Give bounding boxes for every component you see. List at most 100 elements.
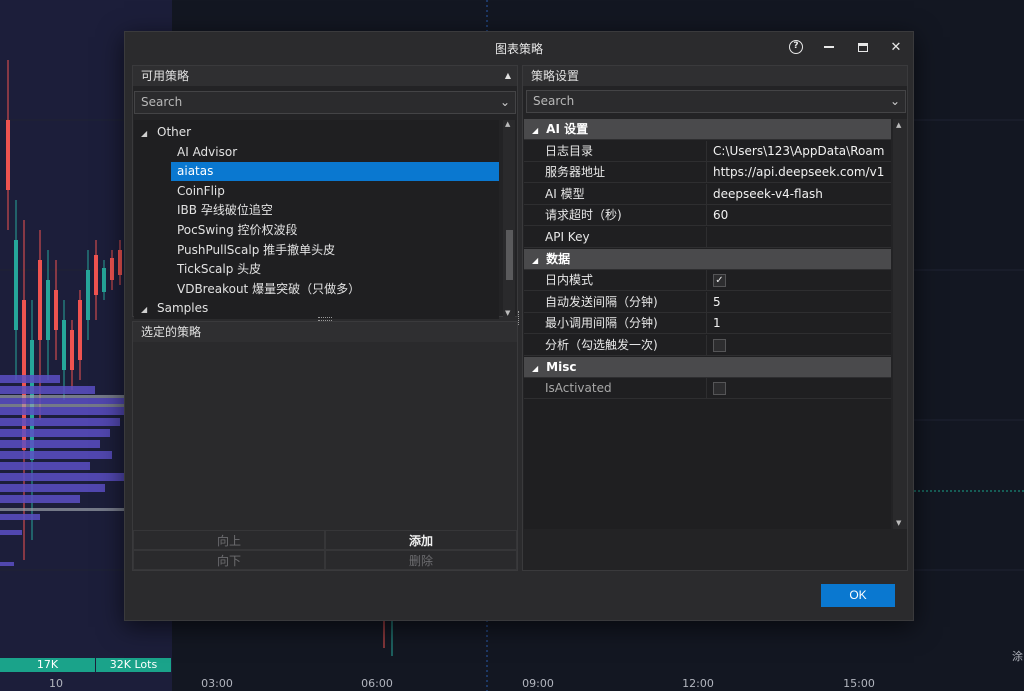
vertical-splitter[interactable] [518, 311, 521, 325]
property-grid: ◢ AI 设置日志目录 C:\Users\123\AppData\Roam 服务器地址… [524, 119, 891, 529]
time-axis: 10 03:00 06:00 09:00 12:00 15:00 [0, 675, 1024, 691]
tree-item[interactable]: AI Advisor [171, 143, 499, 162]
time-label: 12:00 [682, 677, 714, 690]
tree-item[interactable]: aiatas [171, 162, 499, 182]
tree-item-label: AI Advisor [177, 144, 238, 159]
strategy-settings-panel: 策略设置 Search ⌄ ◢ AI 设置日志目录 C:\Users\123\App… [522, 65, 908, 571]
tree-item[interactable]: VDBreakout 爆量突破（只做多） [171, 280, 499, 299]
settings-search-input[interactable]: Search ⌄ [526, 90, 906, 113]
category-label: ◢ AI 设置 [524, 119, 891, 140]
chevron-down-icon[interactable]: ⌄ [500, 92, 510, 113]
property-row[interactable]: IsActivated [524, 378, 891, 400]
search-placeholder: Search [141, 95, 183, 109]
property-row[interactable]: API Key [524, 227, 891, 248]
minimize-button[interactable] [818, 37, 840, 57]
tree-item-label: VDBreakout 爆量突破（只做多） [177, 281, 361, 296]
tree-item-label: PushPullScalp 推手撤单头皮 [177, 242, 336, 257]
available-strategies-title: 可用策略 [141, 69, 190, 83]
property-category[interactable]: ◢ Misc [524, 356, 891, 378]
maximize-button[interactable] [852, 37, 874, 57]
scroll-up-icon[interactable]: ▲ [896, 121, 901, 129]
price-edge-label: 涂 [1012, 650, 1023, 663]
property-name: 请求超时（秒) [524, 205, 707, 227]
property-value [708, 378, 891, 399]
property-value-input[interactable]: 1 [708, 313, 891, 334]
expand-triangle-icon[interactable]: ◢ [141, 300, 151, 319]
move-down-button[interactable]: 向下 [133, 550, 325, 570]
add-button[interactable]: 添加 [325, 530, 517, 550]
tree-group-label: Samples [157, 301, 209, 316]
move-up-button[interactable]: 向上 [133, 530, 325, 550]
time-label: 06:00 [361, 677, 393, 690]
settings-scrollbar[interactable]: ▲ ▼ [893, 119, 907, 529]
property-row[interactable]: 请求超时（秒) 60 [524, 205, 891, 227]
property-value-input[interactable]: 60 [708, 205, 891, 226]
category-title: AI 设置 [546, 122, 589, 136]
property-row[interactable]: AI 模型 deepseek-v4-flash [524, 183, 891, 205]
title-bar[interactable]: 图表策略 ? ✕ [125, 32, 913, 62]
tree-group[interactable]: ◢ Other [134, 123, 499, 142]
time-label: 09:00 [522, 677, 554, 690]
minimize-icon [824, 46, 834, 48]
checkbox[interactable] [713, 382, 726, 396]
property-value-input[interactable] [708, 227, 891, 248]
tree-item-label: PocSwing 控价权波段 [177, 223, 298, 237]
property-value: ✓ [708, 270, 891, 291]
property-name: 日内模式 [524, 270, 707, 292]
tree-group[interactable]: ◢ Samples [134, 299, 499, 318]
collapse-triangle-icon[interactable]: ◢ [532, 256, 538, 265]
collapse-triangle-icon[interactable]: ◢ [532, 364, 538, 373]
tree-scrollbar[interactable]: ▲ ▼ [503, 120, 515, 317]
volume-label-right: 32K Lots [96, 658, 171, 672]
category-label: ◢ 数据 [524, 249, 891, 270]
ok-button[interactable]: OK [821, 584, 895, 607]
checkbox-checked[interactable]: ✓ [713, 274, 726, 288]
property-name: 服务器地址 [524, 162, 707, 184]
property-value-input[interactable]: 5 [708, 292, 891, 313]
property-row[interactable]: 最小调用间隔（分钟) 1 [524, 313, 891, 335]
volume-label-left: 17K [0, 658, 95, 672]
selected-strategies-title: 选定的策略 [141, 325, 202, 339]
selected-strategies-list[interactable] [133, 342, 517, 530]
collapse-triangle-icon[interactable]: ◢ [532, 126, 538, 135]
help-button[interactable]: ? [785, 37, 807, 57]
help-icon: ? [789, 40, 803, 54]
scroll-up-icon[interactable]: ▲ [505, 120, 510, 128]
available-strategies-header[interactable]: 可用策略 ▲ [133, 66, 517, 86]
property-row[interactable]: 分析（勾选触发一次) [524, 335, 891, 356]
tree-item[interactable]: IBB 孕线破位追空 [171, 201, 499, 220]
expand-triangle-icon[interactable]: ◢ [141, 124, 151, 143]
collapse-up-icon[interactable]: ▲ [505, 66, 511, 86]
property-value-input[interactable]: C:\Users\123\AppData\Roam [708, 141, 891, 162]
tree-item[interactable]: PushPullScalp 推手撤单头皮 [171, 241, 499, 260]
tree-item-label: IBB 孕线破位追空 [177, 203, 273, 218]
chevron-down-icon[interactable]: ⌄ [890, 91, 900, 112]
property-name: 最小调用间隔（分钟) [524, 313, 707, 335]
property-name: 自动发送间隔（分钟) [524, 291, 707, 313]
tree-item[interactable]: TickScalp 头皮 [171, 260, 499, 279]
scroll-down-icon[interactable]: ▼ [505, 309, 510, 317]
property-category[interactable]: ◢ AI 设置 [524, 119, 891, 140]
category-title: Misc [546, 359, 577, 374]
available-search-input[interactable]: Search ⌄ [134, 91, 516, 114]
property-value-input[interactable]: deepseek-v4-flash [708, 184, 891, 205]
category-label: ◢ Misc [524, 357, 891, 378]
property-value-input[interactable]: https://api.deepseek.com/v1 [708, 162, 891, 183]
property-row[interactable]: 日志目录 C:\Users\123\AppData\Roam [524, 140, 891, 162]
tree-item[interactable]: CoinFlip [171, 182, 499, 201]
property-name: AI 模型 [524, 183, 707, 205]
property-row[interactable]: 服务器地址 https://api.deepseek.com/v1 [524, 162, 891, 184]
property-row[interactable]: 日内模式 ✓ [524, 270, 891, 292]
strategy-settings-header: 策略设置 [523, 66, 907, 86]
strategy-tree: ◢ Other AI Advisor aiatas CoinFlip IBB 孕线破位追空… [134, 120, 499, 319]
property-row[interactable]: 自动发送间隔（分钟) 5 [524, 291, 891, 313]
tree-scroll-thumb[interactable] [506, 230, 513, 280]
property-category[interactable]: ◢ 数据 [524, 248, 891, 270]
scroll-down-icon[interactable]: ▼ [896, 519, 901, 527]
checkbox[interactable] [713, 339, 726, 352]
tree-item-label: CoinFlip [177, 183, 225, 198]
delete-button[interactable]: 删除 [325, 550, 517, 570]
close-button[interactable]: ✕ [885, 37, 907, 57]
tree-item[interactable]: PocSwing 控价权波段 [171, 221, 499, 240]
time-label: 10 [49, 677, 63, 690]
